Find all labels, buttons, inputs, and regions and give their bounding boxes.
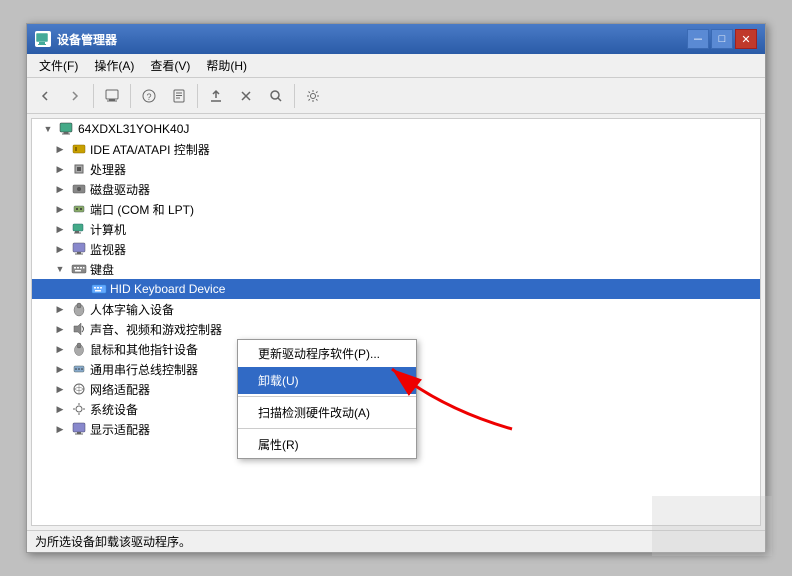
expand-icon-mouse: ▶ <box>52 341 68 357</box>
display-icon <box>71 421 87 437</box>
status-text: 为所选设备卸载该驱动程序。 <box>35 533 191 550</box>
window-icon <box>35 31 51 47</box>
menu-file[interactable]: 文件(F) <box>31 55 86 76</box>
update-driver-button[interactable] <box>202 82 230 110</box>
device-manager-window: 设备管理器 － □ ✕ 文件(F) 操作(A) 查看(V) 帮助(H) <box>26 23 766 553</box>
tree-node-port[interactable]: ▶ 端口 (COM 和 LPT) <box>32 199 760 219</box>
expand-icon-display: ▶ <box>52 421 68 437</box>
tree-node-cpu-label: 处理器 <box>90 161 126 178</box>
expand-icon-ide: ▶ <box>52 141 68 157</box>
expand-icon-root: ▼ <box>40 121 56 137</box>
tree-node-root[interactable]: ▼ 64XDXL31YOHK40J <box>32 119 760 139</box>
tree-node-sound-label: 声音、视频和游戏控制器 <box>90 321 222 338</box>
context-menu: 更新驱动程序软件(P)... 卸载(U) 扫描检测硬件改动(A) 属性(R) <box>237 339 417 459</box>
menu-bar: 文件(F) 操作(A) 查看(V) 帮助(H) <box>27 54 765 78</box>
close-button[interactable]: ✕ <box>735 29 757 49</box>
tree-node-system-label: 系统设备 <box>90 401 138 418</box>
context-menu-properties[interactable]: 属性(R) <box>238 431 416 458</box>
tree-node-hid[interactable]: HID Keyboard Device <box>32 279 760 299</box>
mouse-icon <box>71 341 87 357</box>
back-button[interactable] <box>31 82 59 110</box>
computer-icon <box>59 121 75 137</box>
tree-node-disk-label: 磁盘驱动器 <box>90 181 150 198</box>
context-menu-update-driver[interactable]: 更新驱动程序软件(P)... <box>238 340 416 367</box>
device-tree[interactable]: ▼ 64XDXL31YOHK40J ▶ <box>31 118 761 526</box>
tree-node-root-label: 64XDXL31YOHK40J <box>78 122 189 136</box>
tree-node-mouse-label: 鼠标和其他指针设备 <box>90 341 198 358</box>
tree-node-disk[interactable]: ▶ 磁盘驱动器 <box>32 179 760 199</box>
expand-icon-cpu: ▶ <box>52 161 68 177</box>
expand-icon-system: ▶ <box>52 401 68 417</box>
menu-help[interactable]: 帮助(H) <box>198 55 255 76</box>
context-menu-separator-1 <box>238 396 416 397</box>
computer-node-icon <box>71 221 87 237</box>
disk-icon <box>71 181 87 197</box>
ide-icon <box>71 141 87 157</box>
context-menu-uninstall[interactable]: 卸载(U) <box>238 367 416 394</box>
help-button[interactable]: ? <box>135 82 163 110</box>
tree-node-cpu[interactable]: ▶ 处理器 <box>32 159 760 179</box>
tree-node-ide-label: IDE ATA/ATAPI 控制器 <box>90 141 210 158</box>
status-bar: 为所选设备卸载该驱动程序。 <box>27 530 765 552</box>
title-bar: 设备管理器 － □ ✕ <box>27 24 765 54</box>
tree-node-port-label: 端口 (COM 和 LPT) <box>90 201 194 218</box>
forward-button[interactable] <box>61 82 89 110</box>
tree-node-ide[interactable]: ▶ IDE ATA/ATAPI 控制器 <box>32 139 760 159</box>
expand-icon-computer: ▶ <box>52 221 68 237</box>
device-settings-button[interactable] <box>299 82 327 110</box>
expand-icon-hid <box>72 281 88 297</box>
hid-input-icon <box>71 301 87 317</box>
computer-button[interactable] <box>98 82 126 110</box>
tree-node-keyboard-label: 键盘 <box>90 261 114 278</box>
svg-text:?: ? <box>146 92 151 102</box>
tree-node-hid-input-label: 人体字输入设备 <box>90 301 174 318</box>
tree-node-keyboard[interactable]: ▼ 键盘 <box>32 259 760 279</box>
keyboard-icon <box>71 261 87 277</box>
expand-icon-port: ▶ <box>52 201 68 217</box>
toolbar-separator-4 <box>294 84 295 108</box>
properties-button[interactable] <box>165 82 193 110</box>
tree-node-monitor[interactable]: ▶ 监视器 <box>32 239 760 259</box>
toolbar-separator-1 <box>93 84 94 108</box>
toolbar: ? <box>27 78 765 114</box>
expand-icon-network: ▶ <box>52 381 68 397</box>
uninstall-button[interactable] <box>232 82 260 110</box>
restore-button[interactable]: □ <box>711 29 733 49</box>
main-content: ▼ 64XDXL31YOHK40J ▶ <box>27 114 765 530</box>
tree-node-computer[interactable]: ▶ 计算机 <box>32 219 760 239</box>
expand-icon-serial: ▶ <box>52 361 68 377</box>
tree-node-network-label: 网络适配器 <box>90 381 150 398</box>
serial-icon <box>71 361 87 377</box>
window-controls: － □ ✕ <box>687 29 757 49</box>
expand-icon-hid-input: ▶ <box>52 301 68 317</box>
monitor-icon <box>71 241 87 257</box>
expand-icon-monitor: ▶ <box>52 241 68 257</box>
tree-node-monitor-label: 监视器 <box>90 241 126 258</box>
network-icon <box>71 381 87 397</box>
menu-action[interactable]: 操作(A) <box>86 55 142 76</box>
tree-node-serial-label: 通用串行总线控制器 <box>90 361 198 378</box>
expand-icon-disk: ▶ <box>52 181 68 197</box>
system-icon <box>71 401 87 417</box>
port-icon <box>71 201 87 217</box>
expand-icon-keyboard: ▼ <box>52 261 68 277</box>
hid-keyboard-icon <box>91 281 107 297</box>
tree-node-hid-label: HID Keyboard Device <box>110 282 225 296</box>
expand-icon-sound: ▶ <box>52 321 68 337</box>
context-menu-scan[interactable]: 扫描检测硬件改动(A) <box>238 399 416 426</box>
sound-icon <box>71 321 87 337</box>
tree-node-hid-input[interactable]: ▶ 人体字输入设备 <box>32 299 760 319</box>
scan-hardware-button[interactable] <box>262 82 290 110</box>
minimize-button[interactable]: － <box>687 29 709 49</box>
context-menu-separator-2 <box>238 428 416 429</box>
toolbar-separator-3 <box>197 84 198 108</box>
cpu-icon <box>71 161 87 177</box>
tree-node-computer-label: 计算机 <box>90 221 126 238</box>
tree-node-sound[interactable]: ▶ 声音、视频和游戏控制器 <box>32 319 760 339</box>
window-title: 设备管理器 <box>57 31 687 48</box>
tree-node-display-label: 显示适配器 <box>90 421 150 438</box>
toolbar-separator-2 <box>130 84 131 108</box>
menu-view[interactable]: 查看(V) <box>142 55 198 76</box>
